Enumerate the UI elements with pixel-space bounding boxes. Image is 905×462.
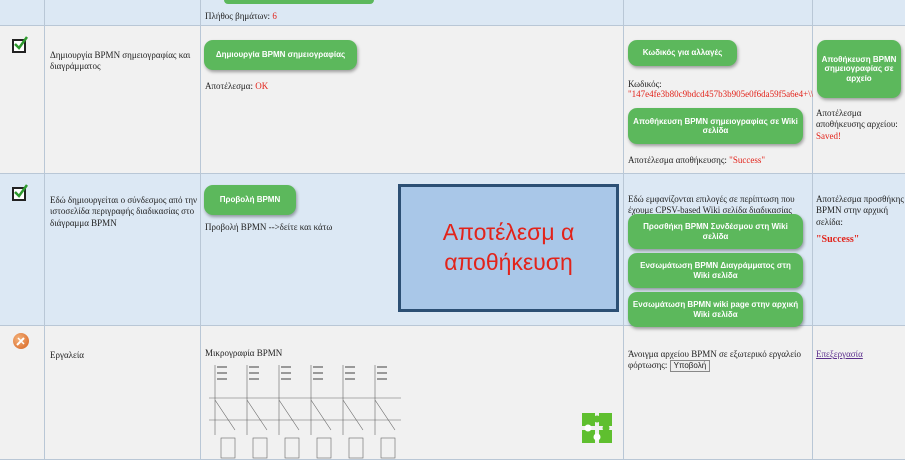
table-row [0, 326, 905, 460]
external-tool-text: Άνοιγμα αρχείου BPMN σε εξωτερικό εργαλε… [628, 349, 810, 373]
save-file-button[interactable]: Αποθήκευση BPMN σημειογραφίας σε αρχείο [817, 40, 901, 98]
tools-icon [13, 333, 29, 349]
file-result: Αποτέλεσμα αποθήκευσης αρχείου: Saved! [816, 108, 904, 142]
code-value: "147e4fe3b80c9bdcd457b3b905e0f6da59f5a6e… [628, 89, 813, 99]
save-result-label: Αποτέλεσμα αποθήκευσης: [628, 155, 727, 165]
view-bpmn-button[interactable]: Προβολή BPMN [204, 185, 296, 215]
step-title: Εργαλεία [50, 350, 84, 360]
puzzle-app-icon[interactable] [580, 411, 614, 445]
home-result-value: "Success" [816, 234, 860, 245]
save-wiki-button[interactable]: Αποθήκευση BPMN σημειογραφίας σε Wiki σε… [628, 108, 803, 144]
bpmn-thumbnail[interactable] [205, 360, 405, 460]
column-divider [623, 0, 624, 460]
steps-label: Πλήθος βημάτων: [205, 11, 271, 21]
file-result-value: Saved! [816, 130, 841, 141]
table-row [0, 0, 905, 26]
view-bpmn-text: Προβολή BPMN -->δείτε και κάτω [205, 222, 333, 232]
step-title: Δημιουργία BPMN σημειογραφίας και διαγρά… [50, 50, 191, 72]
code-changes-button[interactable]: Κωδικός για αλλαγές [628, 40, 737, 66]
save-result-callout: Αποτέλεσμ α αποθήκευση [398, 184, 619, 312]
checkbox-checked-icon[interactable] [12, 184, 29, 201]
steps-value: 6 [272, 11, 277, 21]
home-result-label: Αποτέλεσμα προσθήκης BPMN στην αρχική σε… [816, 194, 904, 227]
step-title: Εδώ δημιουργείται ο σύνδεσμος από την ισ… [50, 195, 198, 228]
bpmn-thumbnail-label: Μικρογραφία BPMN [205, 348, 283, 358]
create-result: Αποτέλεσμα: OK [205, 81, 268, 92]
add-link-button[interactable]: Προσθήκη BPMN Συνδέσμου στη Wiki σελίδα [628, 214, 803, 249]
external-tool-label: Άνοιγμα αρχείου BPMN σε εξωτερικό εργαλε… [628, 349, 801, 371]
save-result-value: "Success" [729, 155, 765, 165]
upload-button[interactable]: Υποβολή [669, 360, 711, 373]
previous-button-edge[interactable] [224, 0, 374, 4]
checkbox-checked-icon[interactable] [12, 36, 29, 53]
column-divider [200, 0, 201, 460]
save-result: Αποτέλεσμα αποθήκευσης: "Success" [628, 155, 765, 166]
edit-link[interactable]: Επεξεργασία [816, 349, 863, 360]
result-value: OK [255, 81, 269, 91]
column-divider [44, 0, 45, 460]
file-result-label: Αποτέλεσμα αποθήκευσης αρχείου: [816, 108, 898, 130]
embed-diagram-button[interactable]: Ενσωμάτωση BPMN Διαγράμματος στη Wiki σε… [628, 253, 803, 288]
create-bpmn-button[interactable]: Δημιουργία BPMN σημειογραφίας [204, 40, 357, 70]
steps-count: Πλήθος βημάτων: 6 [205, 11, 277, 22]
column-divider [812, 0, 813, 460]
embed-page-button[interactable]: Ενσωμάτωση BPMN wiki page στην αρχική Wi… [628, 292, 803, 327]
result-label: Αποτέλεσμα: [205, 81, 253, 91]
